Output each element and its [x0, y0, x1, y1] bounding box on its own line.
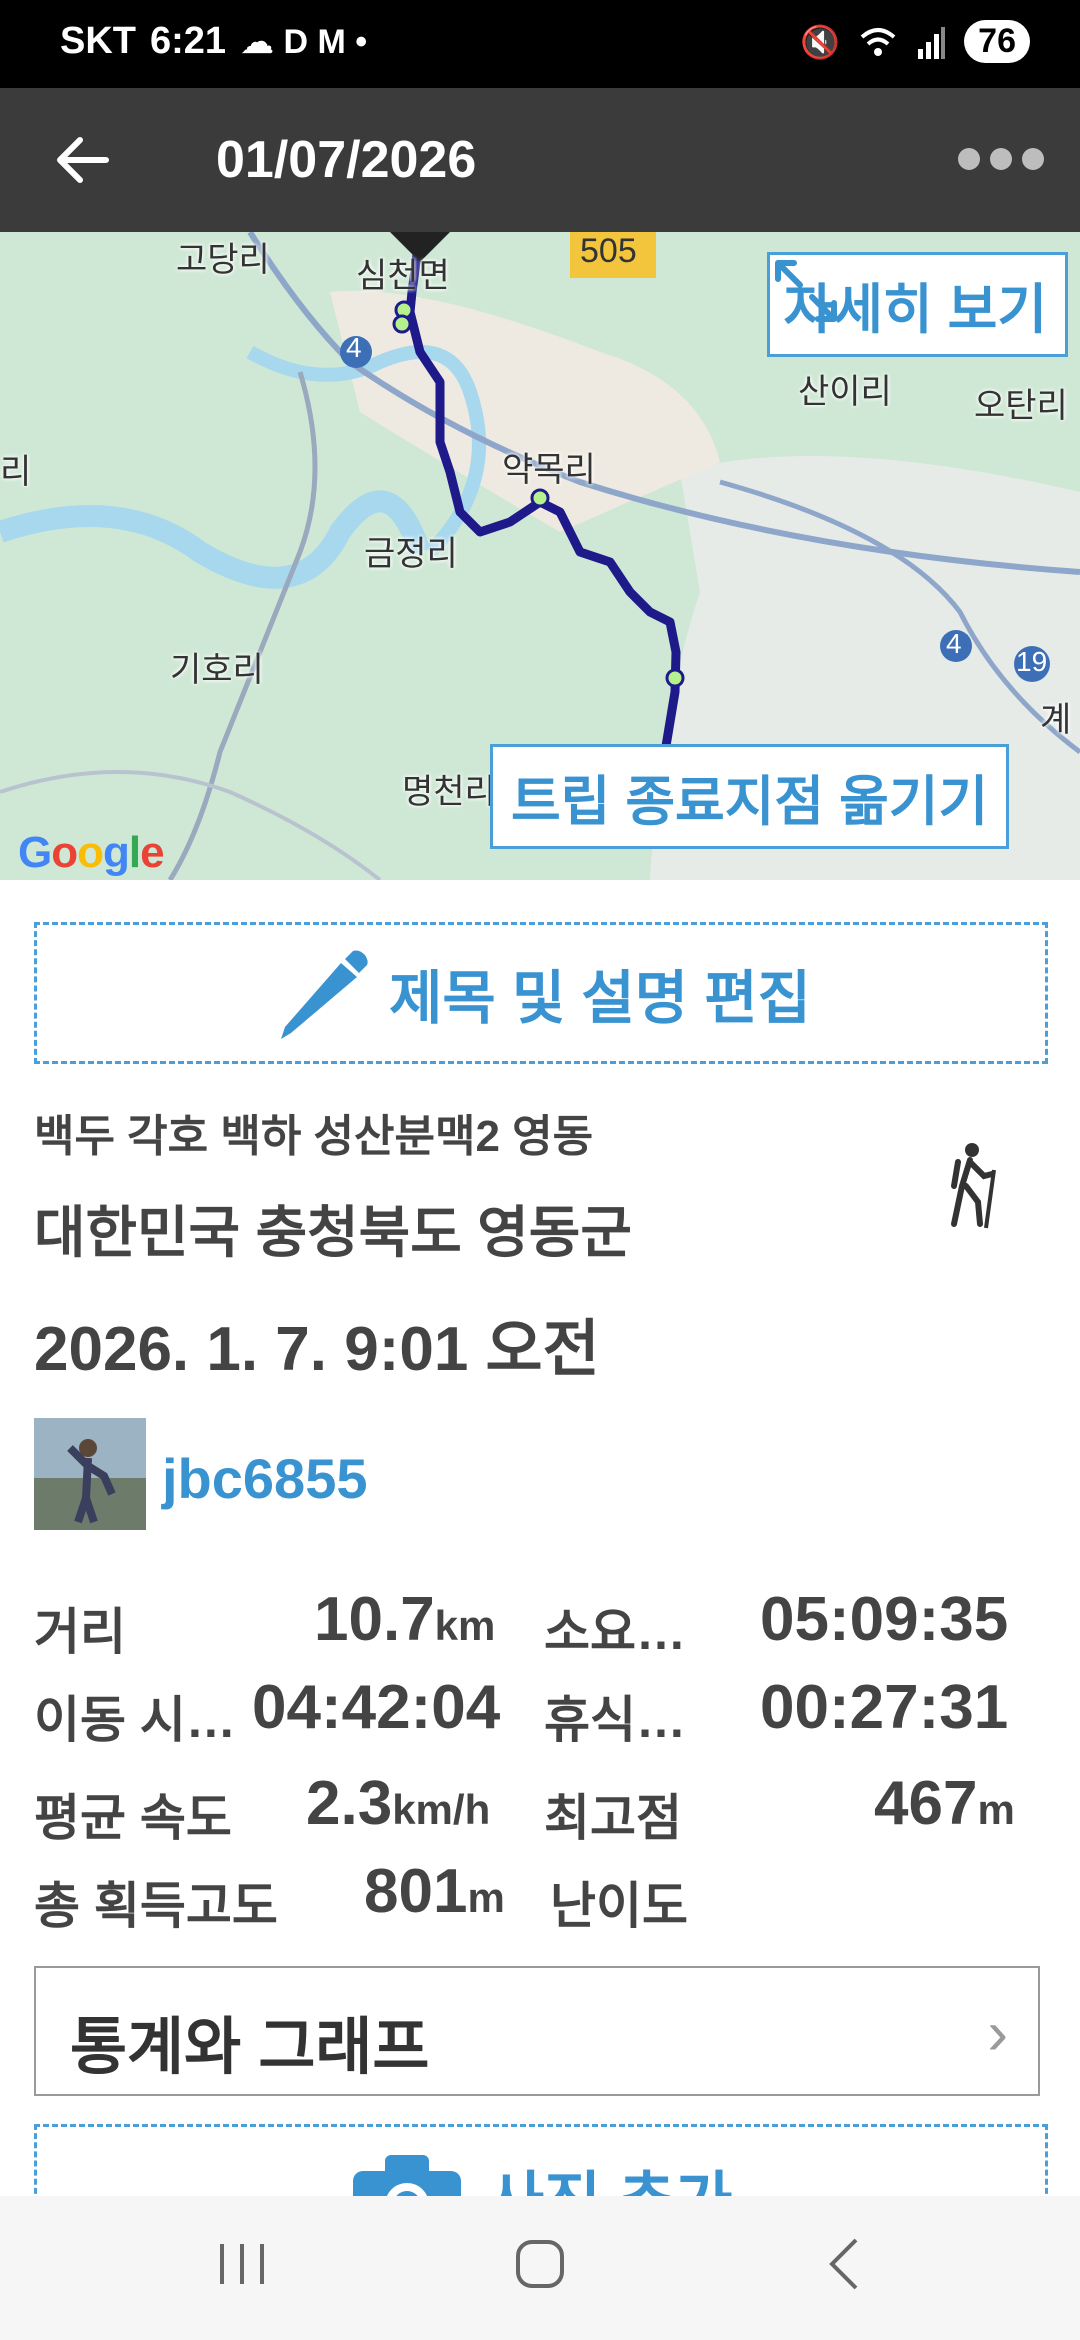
recent-apps-icon[interactable] — [212, 2234, 272, 2294]
max-altitude-value: 467m — [874, 1769, 1015, 1838]
stats-graphs-label: 통계와 그래프 — [70, 2013, 430, 2082]
avg-speed-value: 2.3km/h — [306, 1769, 491, 1838]
pencil-icon — [281, 950, 368, 1039]
map-label: 오탄리 — [974, 387, 1068, 425]
difficulty-label: 난이도 — [550, 1878, 688, 1934]
wifi-icon — [860, 27, 896, 56]
edit-title-description-label: 제목 및 설명 편집 — [389, 966, 811, 1031]
more-options-icon[interactable] — [958, 148, 1044, 170]
moving-time-value: 04:42:04 — [252, 1673, 501, 1742]
mute-icon: 🔇 — [800, 23, 841, 60]
elevation-gain-value: 801m — [364, 1857, 505, 1926]
road-number: 505 — [580, 232, 637, 270]
expand-icon — [774, 260, 837, 322]
map-label: 계 — [1040, 701, 1072, 739]
map-label: 약목리 — [502, 451, 596, 489]
map-label: 기호리 — [170, 651, 264, 689]
duration-value: 05:09:35 — [760, 1585, 1009, 1654]
map-label: 고당리 — [176, 241, 270, 279]
trip-datetime: 2026. 1. 7. 9:01 오전 — [34, 1315, 600, 1384]
username-link[interactable]: jbc6855 — [162, 1446, 368, 1511]
clock: 6:21 — [150, 20, 227, 62]
system-nav-bar — [0, 2196, 1080, 2340]
distance-label: 거리 — [34, 1604, 126, 1660]
road-number: 19 — [1016, 646, 1048, 677]
google-logo: Google — [18, 828, 165, 877]
road-number: 4 — [946, 628, 962, 659]
rest-time-label: 휴식… — [544, 1692, 686, 1748]
stats-graphs-button[interactable]: 통계와 그래프 › — [34, 1966, 1040, 2096]
battery-indicator: 76 — [964, 20, 1030, 63]
view-details-button[interactable]: 자세히 보기 — [766, 252, 1068, 357]
page-title: 01/07/2026 — [216, 131, 477, 189]
map-label: 리 — [0, 453, 32, 491]
home-icon[interactable] — [510, 2234, 570, 2294]
distance-value: 10.7km — [314, 1585, 496, 1654]
edit-title-description-button[interactable]: 제목 및 설명 편집 — [34, 922, 1048, 1064]
hiking-icon — [951, 1143, 996, 1229]
app-bar: 01/07/2026 — [0, 88, 1080, 232]
chevron-right-icon: › — [987, 1999, 1008, 2068]
avatar[interactable] — [34, 1418, 146, 1530]
road-number: 4 — [346, 332, 362, 363]
move-trip-endpoint-button[interactable]: 트립 종료지점 옮기기 — [490, 744, 1010, 849]
trip-title: 백두 각호 백하 성산분맥2 영동 — [34, 1112, 594, 1161]
back-arrow-icon[interactable] — [52, 130, 112, 190]
map-label: 명천리 — [402, 773, 496, 811]
avg-speed-label: 평균 속도 — [34, 1790, 232, 1846]
map-label: 산이리 — [798, 373, 892, 411]
carrier: SKT — [60, 20, 136, 62]
back-icon[interactable] — [816, 2234, 876, 2294]
max-altitude-label: 최고점 — [544, 1790, 682, 1846]
duration-label: 소요… — [544, 1604, 686, 1660]
move-trip-endpoint-label: 트립 종료지점 옮기기 — [511, 772, 989, 832]
status-bar: SKT 6:21 ☁ D M • 🔇 76 — [0, 0, 1080, 88]
trip-region: 대한민국 충청북도 영동군 — [34, 1201, 632, 1264]
notification-icons: ☁ D M • — [240, 22, 368, 61]
route-map[interactable]: 고당리 심천면 505 4 산이리 오탄리 리 약목리 금정리 기호리 4 19… — [0, 232, 1080, 880]
elevation-gain-label: 총 획득고도 — [34, 1878, 278, 1934]
rest-time-value: 00:27:31 — [760, 1673, 1009, 1742]
map-label: 심천면 — [356, 257, 450, 295]
moving-time-label: 이동 시… — [34, 1692, 236, 1748]
map-label: 금정리 — [364, 535, 458, 573]
signal-icon — [918, 26, 946, 59]
